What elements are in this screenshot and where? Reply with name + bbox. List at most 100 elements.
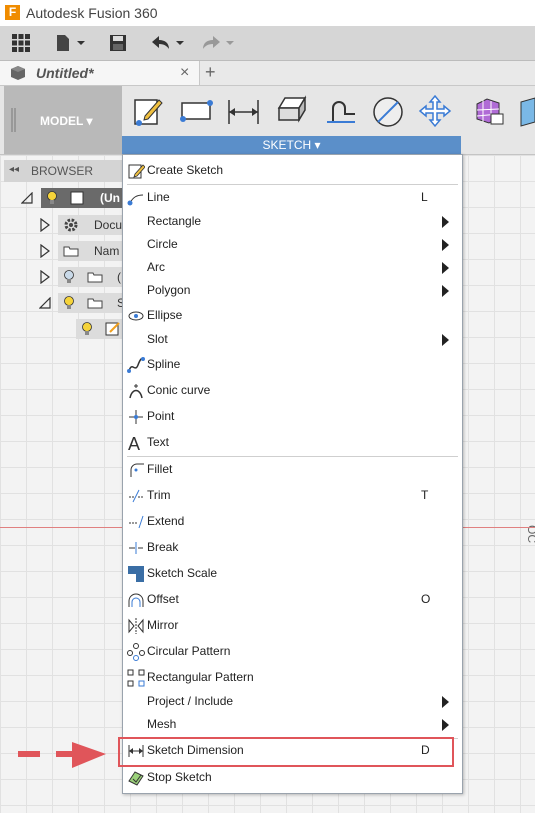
- sketch-menu-button[interactable]: SKETCH ▾: [122, 136, 461, 154]
- collapse-arrow-icon[interactable]: [21, 192, 33, 204]
- menu-item-spline[interactable]: Spline: [123, 353, 462, 377]
- document-tab-bar: Untitled* × +: [0, 61, 535, 86]
- browser-row-label: (Un: [100, 191, 120, 205]
- save-icon[interactable]: [109, 34, 127, 52]
- menu-item-fillet[interactable]: Fillet: [123, 458, 462, 482]
- menu-item-break[interactable]: Break: [123, 536, 462, 560]
- menu-item-label: Circle: [147, 237, 178, 251]
- visibility-bulb-icon[interactable]: [81, 322, 93, 336]
- workspace-switcher[interactable]: MODEL ▾: [4, 86, 122, 154]
- menu-item-project-include[interactable]: Project / Include: [123, 690, 462, 714]
- menu-item-label: Stop Sketch: [147, 770, 212, 784]
- submenu-arrow-icon: [442, 216, 449, 228]
- menu-item-extend[interactable]: Extend: [123, 510, 462, 534]
- menu-item-label: Fillet: [147, 462, 173, 476]
- sketch-dropdown-menu: Create Sketch Line L Rectangle Circle Ar…: [122, 154, 463, 794]
- expand-arrow-icon[interactable]: [40, 244, 50, 258]
- menu-item-label: Point: [147, 409, 175, 423]
- menu-item-line[interactable]: Line L: [123, 186, 462, 210]
- menu-item-ellipse[interactable]: Ellipse: [123, 304, 462, 328]
- collapse-arrow-icon[interactable]: [39, 297, 51, 309]
- menu-separator: [127, 184, 458, 185]
- ribbon-grip: [14, 108, 16, 132]
- menu-item-shortcut: T: [421, 488, 429, 502]
- submenu-arrow-icon: [442, 262, 449, 274]
- fusion-logo: F: [5, 5, 20, 20]
- browser-row-named-views[interactable]: Nam: [58, 241, 122, 261]
- document-tab-title: Untitled*: [36, 65, 94, 81]
- browser-row-root[interactable]: (Un: [41, 188, 122, 208]
- submenu-arrow-icon: [442, 285, 449, 297]
- menu-item-mesh[interactable]: Mesh: [123, 713, 462, 737]
- menu-item-text[interactable]: A Text: [123, 431, 462, 455]
- menu-item-offset[interactable]: Offset O: [123, 588, 462, 612]
- menu-item-circle[interactable]: Circle: [123, 233, 462, 257]
- menu-item-label: Polygon: [147, 283, 191, 297]
- revolve-tool-icon[interactable]: [323, 96, 359, 126]
- sketch-scale-icon: [128, 566, 144, 582]
- menu-item-stop-sketch[interactable]: Stop Sketch: [123, 766, 462, 790]
- mesh-sculpt-icon[interactable]: [473, 96, 505, 128]
- hole-tool-icon[interactable]: [372, 96, 404, 128]
- file-menu-icon[interactable]: [55, 34, 89, 52]
- browser-row-label: Docu: [94, 218, 123, 232]
- menu-item-point[interactable]: Point: [123, 405, 462, 429]
- menu-item-conic-curve[interactable]: Conic curve: [123, 379, 462, 403]
- menu-item-trim[interactable]: Trim T: [123, 484, 462, 508]
- menu-item-label: Circular Pattern: [147, 644, 231, 658]
- rectangle-tool-icon[interactable]: [180, 98, 214, 126]
- menu-item-create-sketch[interactable]: Create Sketch: [123, 159, 462, 183]
- extend-icon: [129, 515, 144, 529]
- folder-icon: [87, 272, 103, 283]
- menu-item-label: Trim: [147, 488, 171, 502]
- menu-item-label: Project / Include: [147, 694, 234, 708]
- browser-row-origin[interactable]: (: [58, 267, 122, 287]
- new-tab-icon[interactable]: +: [205, 62, 216, 83]
- undo-icon[interactable]: [150, 34, 190, 52]
- browser-row-document-settings[interactable]: Docu: [58, 215, 122, 235]
- break-icon: [129, 542, 143, 554]
- menu-item-sketch-scale[interactable]: Sketch Scale: [123, 562, 462, 586]
- menu-item-arc[interactable]: Arc: [123, 256, 462, 280]
- menu-item-label: Arc: [147, 260, 165, 274]
- annotation-arrow-icon: [18, 742, 106, 768]
- visibility-bulb-icon[interactable]: [63, 270, 75, 284]
- menu-item-rectangular-pattern[interactable]: Rectangular Pattern: [123, 666, 462, 690]
- title-bar: F Autodesk Fusion 360: [0, 0, 535, 26]
- expand-arrow-icon[interactable]: [40, 218, 50, 232]
- browser-title: BROWSER: [31, 164, 94, 178]
- point-icon: [129, 410, 143, 424]
- redo-icon[interactable]: [200, 34, 240, 52]
- menu-item-circular-pattern[interactable]: Circular Pattern: [123, 640, 462, 664]
- rectangular-pattern-icon: [127, 669, 145, 687]
- mirror-icon: [128, 618, 144, 634]
- dimension-tool-icon[interactable]: [227, 98, 261, 126]
- move-tool-icon[interactable]: [418, 94, 452, 128]
- document-tab[interactable]: Untitled* ×: [0, 61, 200, 85]
- expand-arrow-icon[interactable]: [40, 270, 50, 284]
- extrude-tool-icon[interactable]: [275, 94, 309, 128]
- menu-item-mirror[interactable]: Mirror: [123, 614, 462, 638]
- menu-item-rectangle[interactable]: Rectangle: [123, 210, 462, 234]
- menu-item-slot[interactable]: Slot: [123, 328, 462, 352]
- browser-header[interactable]: ◂◂ BROWSER: [4, 160, 122, 182]
- offset-icon: [128, 593, 144, 607]
- line-icon: [127, 194, 144, 206]
- submenu-arrow-icon: [442, 239, 449, 251]
- browser-row-sketch[interactable]: [76, 319, 122, 339]
- menu-item-label: Line: [147, 190, 170, 204]
- visibility-bulb-icon[interactable]: [46, 191, 58, 205]
- menu-item-label: Extend: [147, 514, 185, 528]
- menu-item-shortcut: L: [421, 190, 428, 204]
- browser-row-sketches[interactable]: S: [58, 293, 125, 313]
- inspect-tool-icon[interactable]: [515, 96, 535, 128]
- collapse-browser-icon[interactable]: ◂◂: [9, 164, 19, 175]
- menu-item-polygon[interactable]: Polygon: [123, 279, 462, 303]
- visibility-bulb-icon[interactable]: [63, 296, 75, 310]
- submenu-arrow-icon: [442, 334, 449, 346]
- app-grid-icon[interactable]: [12, 34, 30, 52]
- create-sketch-tool-icon[interactable]: [133, 96, 165, 128]
- submenu-arrow-icon: [442, 696, 449, 708]
- fillet-icon: [130, 463, 144, 477]
- close-tab-icon[interactable]: ×: [180, 64, 189, 82]
